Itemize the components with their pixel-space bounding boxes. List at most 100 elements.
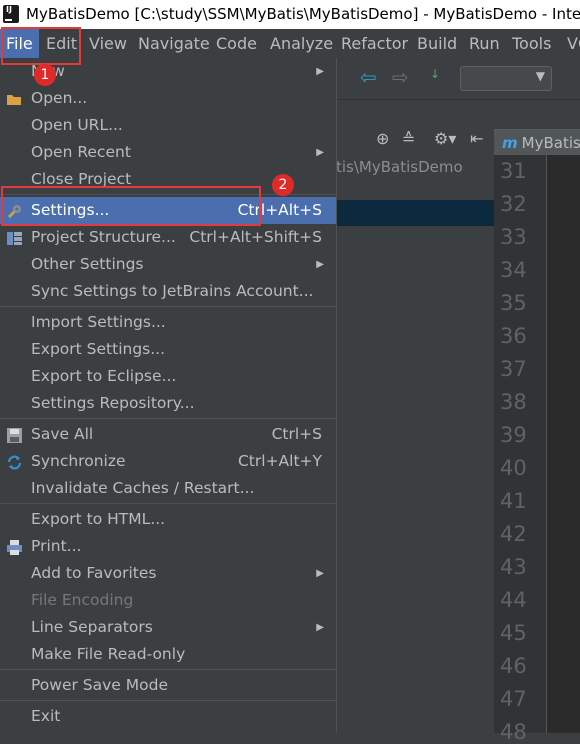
build-binary-icon[interactable]: ↓: [430, 68, 440, 80]
line-number: 38: [500, 390, 527, 414]
menu-item-label: Import Settings...: [31, 313, 166, 331]
annotation-box-file-menu: [1, 27, 81, 65]
editor-tab[interactable]: m MyBatis: [494, 129, 580, 156]
menu-item-add-to-favorites[interactable]: Add to Favorites ▶: [0, 560, 336, 587]
menu-item-exit[interactable]: Exit: [0, 703, 336, 730]
line-number: 33: [500, 225, 527, 249]
gear-icon[interactable]: ⚙▾: [434, 124, 456, 154]
line-number: 36: [500, 324, 527, 348]
folder-icon: [6, 90, 23, 107]
editor-content[interactable]: [547, 155, 580, 733]
menu-item-invalidate-caches[interactable]: Invalidate Caches / Restart...: [0, 475, 336, 502]
back-arrow-icon[interactable]: ⇦: [360, 66, 377, 88]
project-structure-icon: [6, 229, 23, 246]
menu-item-sync-settings[interactable]: Sync Settings to JetBrains Account...: [0, 278, 336, 305]
menu-item-label: File Encoding: [31, 591, 134, 609]
sync-icon: [6, 453, 23, 470]
menu-item-settings-repository[interactable]: Settings Repository...: [0, 390, 336, 417]
annotation-badge-2: 2: [272, 174, 294, 196]
floppy-disk-icon: [6, 426, 23, 443]
printer-icon: [6, 538, 23, 555]
line-number: 45: [500, 621, 527, 645]
menu-item-open-url[interactable]: Open URL...: [0, 112, 336, 139]
line-number: 39: [500, 423, 527, 447]
main-toolbar: ⇦ ⇨ ↓ ▼: [336, 58, 580, 100]
menu-separator: [0, 503, 336, 504]
submenu-arrow-icon: ▶: [316, 622, 324, 633]
menu-item-label: Exit: [31, 707, 61, 725]
project-root-path[interactable]: tis\MyBatisDemo: [336, 155, 494, 179]
menu-item-other-settings[interactable]: Other Settings ▶: [0, 251, 336, 278]
menu-item-export-to-eclipse[interactable]: Export to Eclipse...: [0, 363, 336, 390]
editor-gutter: 31 32 33 34 35 36 37 38 39 40 41 42 43 44 45 46 47 48: [494, 155, 547, 744]
annotation-box-settings: [1, 186, 261, 226]
menu-item-line-separators[interactable]: Line Separators ▶: [0, 614, 336, 641]
menu-item-label: Open Recent: [31, 143, 131, 161]
menu-item-label: Open URL...: [31, 116, 123, 134]
menu-item-print[interactable]: Print...: [0, 533, 336, 560]
menu-item-export-to-html[interactable]: Export to HTML...: [0, 506, 336, 533]
submenu-arrow-icon: ▶: [316, 568, 324, 579]
menu-run[interactable]: Run: [463, 29, 506, 58]
menu-item-label: Invalidate Caches / Restart...: [31, 479, 255, 497]
menu-item-shortcut: Ctrl+Alt+Y: [237, 452, 322, 470]
menu-item-power-save-mode[interactable]: Power Save Mode: [0, 672, 336, 699]
collapse-all-icon[interactable]: ≙: [402, 124, 415, 154]
menu-item-label: Export to Eclipse...: [31, 367, 177, 385]
menu-item-label: Synchronize: [31, 452, 126, 470]
editor-tab-label: MyBatis: [521, 134, 580, 152]
menu-item-open[interactable]: Open...: [0, 85, 336, 112]
line-number: 46: [500, 654, 527, 678]
menu-item-label: Power Save Mode: [31, 676, 168, 694]
submenu-arrow-icon: ▶: [316, 66, 324, 77]
line-number: 47: [500, 687, 527, 711]
line-number: 43: [500, 555, 527, 579]
menu-item-label: Export to HTML...: [31, 510, 166, 528]
annotation-badge-1: 1: [34, 64, 56, 86]
mybatis-file-icon: m: [502, 134, 518, 152]
run-configuration-dropdown[interactable]: ▼: [460, 66, 552, 91]
line-number: 40: [500, 456, 527, 480]
submenu-arrow-icon: ▶: [316, 259, 324, 270]
menu-item-label: Settings Repository...: [31, 394, 195, 412]
selected-tree-row[interactable]: [336, 200, 494, 226]
menu-analyze[interactable]: Analyze: [264, 29, 339, 58]
menu-item-project-structure[interactable]: Project Structure... Ctrl+Alt+Shift+S: [0, 224, 336, 251]
menu-tools[interactable]: Tools: [506, 29, 557, 58]
forward-arrow-icon[interactable]: ⇨: [392, 66, 409, 88]
menu-refactor[interactable]: Refactor: [335, 29, 414, 58]
menu-item-label: Save All: [31, 425, 94, 443]
menu-item-shortcut: Ctrl+S: [271, 425, 322, 443]
hide-panel-icon[interactable]: ⇤: [470, 124, 483, 154]
menu-item-make-read-only[interactable]: Make File Read-only: [0, 641, 336, 668]
locate-icon[interactable]: ⊕: [376, 124, 389, 154]
menu-separator: [0, 306, 336, 307]
line-number: 37: [500, 357, 527, 381]
line-number: 42: [500, 522, 527, 546]
menu-navigate[interactable]: Navigate: [132, 29, 216, 58]
main-menu-bar: File Edit View Navigate Code Analyze Ref…: [0, 29, 580, 58]
intellij-idea-icon: IJ: [3, 5, 19, 23]
window-title: MyBatisDemo [C:\study\SSM\MyBatis\MyBati…: [26, 5, 580, 23]
menu-item-open-recent[interactable]: Open Recent ▶: [0, 139, 336, 166]
chevron-down-icon: ▼: [535, 69, 545, 83]
menu-item-label: Print...: [31, 537, 82, 555]
menu-separator: [0, 669, 336, 670]
project-tool-window: [336, 100, 494, 733]
line-number: 31: [500, 159, 527, 183]
menu-vcs[interactable]: VC: [561, 29, 580, 58]
menu-item-export-settings[interactable]: Export Settings...: [0, 336, 336, 363]
menu-item-label: Make File Read-only: [31, 645, 186, 663]
menu-build[interactable]: Build: [411, 29, 463, 58]
menu-item-import-settings[interactable]: Import Settings...: [0, 309, 336, 336]
menu-item-synchronize[interactable]: Synchronize Ctrl+Alt+Y: [0, 448, 336, 475]
menu-code[interactable]: Code: [210, 29, 263, 58]
line-number: 44: [500, 588, 527, 612]
menu-item-save-all[interactable]: Save All Ctrl+S: [0, 421, 336, 448]
file-menu-dropdown: New ▶ Open... Open URL... Open Recent ▶ …: [0, 58, 337, 733]
line-number: 48: [500, 720, 527, 744]
menu-view[interactable]: View: [83, 29, 133, 58]
menu-item-label: Other Settings: [31, 255, 144, 273]
project-panel-header: ⊕ ≙ ⚙▾ ⇤: [336, 124, 494, 154]
menu-item-label: Line Separators: [31, 618, 153, 636]
